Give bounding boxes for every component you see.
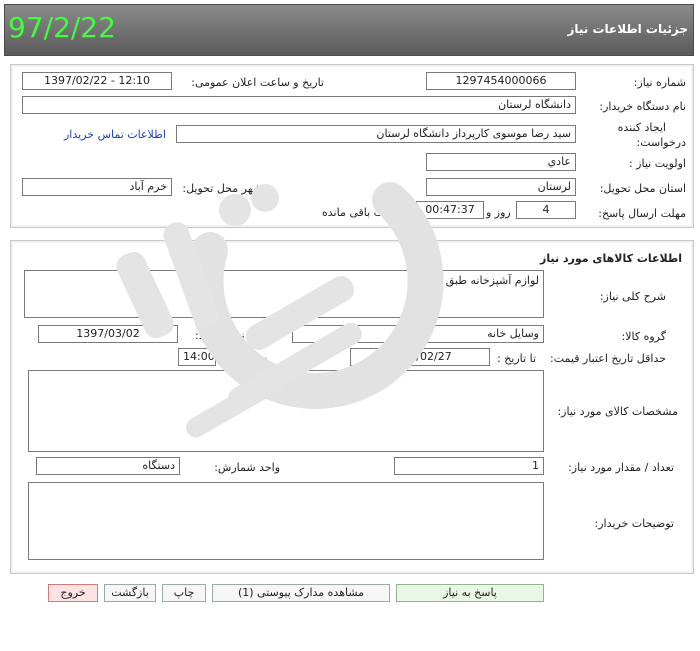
unit-label: واحد شمارش: bbox=[214, 461, 280, 474]
quantity-field[interactable]: 1 bbox=[394, 457, 544, 475]
group-label: گروه کالا: bbox=[621, 330, 666, 343]
creator-label-2: درخواست: bbox=[636, 136, 686, 149]
deadline-label: مهلت ارسال پاسخ: bbox=[598, 207, 686, 220]
buyer-org-label: نام دستگاه خریدار: bbox=[599, 100, 686, 113]
creator-field[interactable]: سید رضا موسوی کارپرداز دانشگاه لرستان bbox=[176, 125, 576, 143]
need-number-label: شماره نیاز: bbox=[633, 76, 686, 89]
need-number-field[interactable]: 1297454000066 bbox=[426, 72, 576, 90]
page-title: جزئیات اطلاعات نیاز bbox=[567, 22, 688, 36]
goods-section-title: اطلاعات کالاهای مورد نیاز bbox=[540, 252, 682, 265]
days-and-label: روز و bbox=[486, 206, 511, 219]
group-field[interactable]: وسایل خانه bbox=[292, 325, 544, 343]
deadline-time-field[interactable]: 00:47:37 bbox=[416, 201, 484, 219]
need-date-field[interactable]: 1397/03/02 bbox=[38, 325, 178, 343]
exit-button[interactable]: خروج bbox=[48, 584, 98, 602]
priority-label: اولویت نیاز : bbox=[628, 157, 686, 170]
specs-label: مشخصات کالای مورد نیاز: bbox=[557, 405, 678, 418]
deadline-days-field[interactable]: 4 bbox=[516, 201, 576, 219]
hour-label: ساعت : bbox=[230, 352, 268, 365]
until-date-field[interactable]: 1397/02/27 bbox=[350, 348, 490, 366]
quantity-label: تعداد / مقدار مورد نیاز: bbox=[568, 461, 674, 474]
buyer-notes-field[interactable] bbox=[28, 482, 544, 560]
contact-buyer-link[interactable]: اطلاعات تماس خریدار bbox=[64, 128, 166, 141]
priority-field[interactable]: عادي bbox=[426, 153, 576, 171]
need-date-label: تاریخ نیاز به کالا: bbox=[195, 329, 270, 342]
back-button[interactable]: بازگشت bbox=[104, 584, 156, 602]
reply-to-need-button[interactable]: پاسخ به نیاز bbox=[396, 584, 544, 602]
remaining-label: ساعت باقی مانده bbox=[322, 206, 404, 219]
summary-field[interactable]: لوازم آشپزخانه طبق پیوست bbox=[24, 270, 544, 318]
city-field[interactable]: خرم آباد bbox=[22, 178, 172, 196]
summary-label: شرح کلی نیاز: bbox=[599, 290, 666, 303]
until-date-label: تا تاریخ : bbox=[497, 352, 536, 365]
print-button[interactable]: چاپ bbox=[162, 584, 206, 602]
province-field[interactable]: لرستان bbox=[426, 178, 576, 196]
validity-label: حداقل تاریخ اعتبار قیمت: bbox=[550, 352, 666, 365]
city-label: شهر محل تحویل: bbox=[182, 182, 262, 195]
unit-field[interactable]: دستگاه bbox=[36, 457, 180, 475]
province-label: استان محل تحویل: bbox=[599, 182, 686, 195]
view-attachments-button[interactable]: مشاهده مدارک پیوستی (1) bbox=[212, 584, 390, 602]
buyer-notes-label: توضیحات خریدار: bbox=[594, 517, 675, 530]
buyer-org-field[interactable]: دانشگاه لرستان bbox=[22, 96, 576, 114]
announce-label: تاریخ و ساعت اعلان عمومی: bbox=[191, 76, 324, 89]
date-stamp: 97/2/22 bbox=[8, 11, 116, 44]
hour-field[interactable]: 14:00 bbox=[178, 348, 216, 366]
specs-field[interactable] bbox=[28, 370, 544, 452]
creator-label-1: ایجاد کننده bbox=[617, 121, 666, 134]
announce-field[interactable]: 1397/02/22 - 12:10 bbox=[22, 72, 172, 90]
